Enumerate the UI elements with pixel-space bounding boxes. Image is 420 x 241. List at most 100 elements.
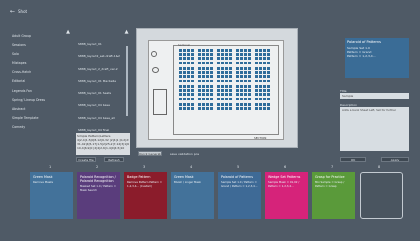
seat[interactable]	[198, 75, 202, 79]
file-item[interactable]: S888_layout_04 base_all	[78, 112, 126, 124]
seat[interactable]	[217, 79, 221, 83]
seat[interactable]	[255, 97, 259, 101]
seat[interactable]	[206, 89, 210, 92]
seat[interactable]	[210, 67, 214, 70]
seat[interactable]	[236, 85, 240, 88]
seat[interactable]	[191, 79, 195, 83]
stage-shape[interactable]	[153, 89, 167, 115]
seat[interactable]	[183, 103, 187, 106]
seat[interactable]	[217, 89, 221, 92]
seat[interactable]	[183, 67, 187, 70]
seat[interactable]	[244, 71, 248, 74]
seat[interactable]	[198, 103, 202, 106]
seat[interactable]	[263, 53, 267, 56]
seat[interactable]	[244, 53, 248, 56]
seat[interactable]	[236, 71, 240, 74]
seat[interactable]	[217, 103, 221, 106]
seat[interactable]	[263, 75, 267, 79]
empty-slot-card[interactable]	[360, 172, 403, 219]
seat[interactable]	[198, 107, 202, 110]
seat[interactable]	[240, 85, 244, 88]
seat[interactable]	[179, 103, 183, 106]
seat[interactable]	[206, 107, 210, 110]
seat[interactable]	[229, 49, 233, 52]
seat[interactable]	[179, 53, 183, 56]
seat[interactable]	[255, 61, 259, 65]
seat[interactable]	[210, 97, 214, 101]
seat[interactable]	[236, 61, 240, 65]
seat[interactable]	[183, 97, 187, 101]
seat[interactable]	[263, 107, 267, 110]
seat[interactable]	[221, 79, 225, 83]
seat[interactable]	[236, 107, 240, 110]
seat[interactable]	[240, 67, 244, 70]
seat[interactable]	[210, 49, 214, 52]
seat[interactable]	[240, 79, 244, 83]
seat[interactable]	[267, 103, 271, 106]
seat[interactable]	[202, 79, 206, 83]
seat[interactable]	[183, 49, 187, 52]
pattern-card[interactable]: Green Mask Bluish / Linger Mask	[171, 172, 214, 219]
seat[interactable]	[267, 49, 271, 52]
seat[interactable]	[206, 93, 210, 97]
seat[interactable]	[255, 93, 259, 97]
seat[interactable]	[259, 57, 263, 61]
seat[interactable]	[229, 67, 233, 70]
seat[interactable]	[248, 79, 252, 83]
category-item[interactable]: Spring/ Lineup Dress	[10, 96, 68, 105]
seat[interactable]	[202, 97, 206, 101]
seat[interactable]	[206, 71, 210, 74]
seat[interactable]	[198, 53, 202, 56]
seat[interactable]	[221, 97, 225, 101]
seat[interactable]	[267, 53, 271, 56]
seat[interactable]	[259, 61, 263, 65]
seat[interactable]	[191, 93, 195, 97]
pattern-table[interactable]: Simple Pattern/Letters 4|2,4|1,5|0|8,12|…	[76, 133, 130, 155]
seat[interactable]	[221, 67, 225, 70]
seat[interactable]	[202, 67, 206, 70]
seat[interactable]	[236, 93, 240, 97]
seat[interactable]	[183, 71, 187, 74]
seat[interactable]	[229, 75, 233, 79]
seat[interactable]	[206, 53, 210, 56]
seat[interactable]	[198, 61, 202, 65]
seat[interactable]	[225, 85, 229, 88]
seat-grid[interactable]	[179, 49, 277, 111]
seat[interactable]	[183, 79, 187, 83]
seat[interactable]	[236, 75, 240, 79]
category-item[interactable]: Abstract	[10, 105, 68, 114]
seat[interactable]	[202, 61, 206, 65]
seat[interactable]	[183, 53, 187, 56]
seat[interactable]	[187, 71, 191, 74]
seat[interactable]	[244, 49, 248, 52]
seat[interactable]	[202, 49, 206, 52]
seat[interactable]	[225, 107, 229, 110]
seat[interactable]	[255, 49, 259, 52]
seat[interactable]	[179, 79, 183, 83]
seat[interactable]	[183, 89, 187, 92]
pattern-card[interactable]: Polaroid Recognition / Polaroid Recognit…	[77, 172, 120, 219]
seat[interactable]	[267, 61, 271, 65]
seat[interactable]	[267, 93, 271, 97]
seat[interactable]	[221, 89, 225, 92]
file-item[interactable]: S888_layout_2_draft_ver-2	[78, 63, 126, 75]
seat[interactable]	[259, 89, 263, 92]
seat[interactable]	[259, 79, 263, 83]
seat[interactable]	[225, 75, 229, 79]
seat[interactable]	[187, 49, 191, 52]
seat[interactable]	[198, 97, 202, 101]
seat[interactable]	[267, 89, 271, 92]
seat[interactable]	[267, 67, 271, 70]
seat[interactable]	[225, 103, 229, 106]
seat[interactable]	[217, 53, 221, 56]
seat[interactable]	[244, 57, 248, 61]
seat[interactable]	[179, 107, 183, 110]
seat[interactable]	[225, 61, 229, 65]
seat[interactable]	[202, 107, 206, 110]
category-item[interactable]: Editorial	[10, 77, 68, 86]
pattern-card[interactable]: Grasp for Practice Mix Sample = Grasp / P…	[312, 172, 355, 219]
seat[interactable]	[259, 71, 263, 74]
seat[interactable]	[210, 75, 214, 79]
scroll-up-icon[interactable]: ▲	[124, 30, 129, 35]
seat[interactable]	[259, 53, 263, 56]
